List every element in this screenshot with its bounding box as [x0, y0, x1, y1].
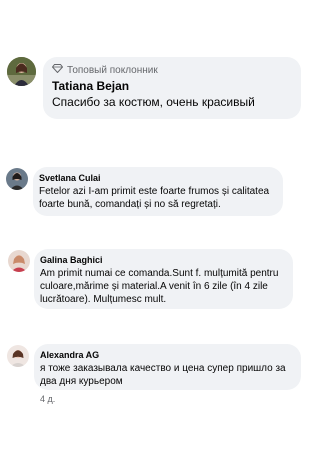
diamond-icon [51, 64, 64, 76]
commenter-name[interactable]: Alexandra AG [40, 350, 99, 360]
avatar[interactable] [6, 168, 28, 190]
commenter-name[interactable]: Galina Baghici [40, 255, 103, 265]
avatar[interactable] [7, 57, 36, 86]
comment-svetlana: Svetlana Culai Fetelor azi I-am primit e… [0, 150, 300, 225]
comment-alexandra: Alexandra AG я тоже заказывала качество … [0, 340, 301, 410]
commenter-name[interactable]: Tatiana Bejan [52, 79, 129, 93]
top-fan-badge: Топовый поклонник [51, 64, 158, 76]
comment-bubble: Alexandra AG я тоже заказывала качество … [34, 344, 301, 390]
avatar[interactable] [7, 345, 29, 367]
avatar[interactable] [8, 250, 30, 272]
commenter-name[interactable]: Svetlana Culai [39, 173, 101, 183]
comment-text: Am primit numai ce comanda.Sunt f. mulțu… [40, 268, 279, 305]
comment-text: Спасибо за костюм, очень красивый [52, 95, 255, 109]
comment-timestamp[interactable]: 4 д. [40, 394, 55, 404]
comment-text: Fetelor azi I-am primit este foarte frum… [39, 186, 270, 210]
comment-bubble: Топовый поклонник Tatiana Bejan Спасибо … [43, 57, 301, 119]
badge-label: Топовый поклонник [67, 64, 158, 76]
comment-galina: Galina Baghici Am primit numai ce comand… [0, 245, 300, 315]
comment-text: я тоже заказывала качество и цена супер … [40, 363, 286, 387]
comment-tatiana: Топовый поклонник Tatiana Bejan Спасибо … [0, 0, 301, 135]
comment-bubble: Svetlana Culai Fetelor azi I-am primit e… [33, 167, 283, 216]
comment-bubble: Galina Baghici Am primit numai ce comand… [34, 249, 293, 309]
